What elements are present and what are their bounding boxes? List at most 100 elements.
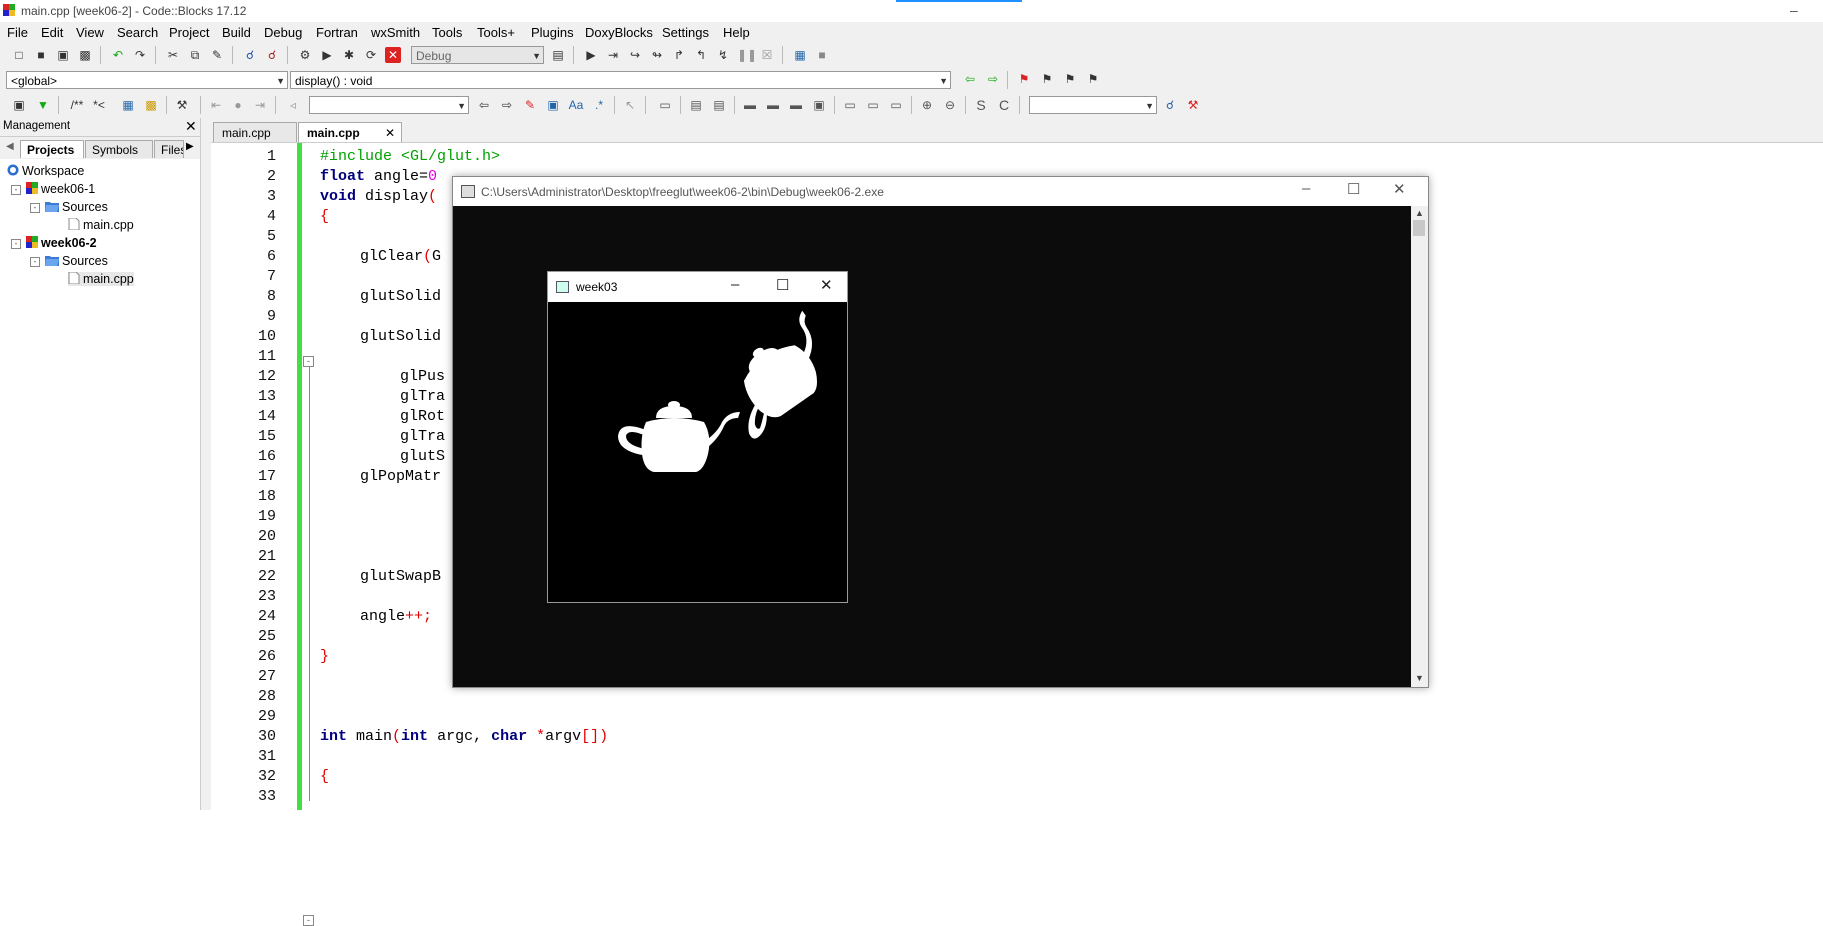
copy-icon[interactable]: ⧉ — [187, 47, 203, 63]
open-file-icon[interactable]: ■ — [33, 47, 49, 63]
console-minimize-button[interactable]: – — [1302, 180, 1310, 197]
tab-main-cpp-1[interactable]: main.cpp — [213, 122, 297, 142]
run-icon[interactable]: ▶ — [319, 47, 335, 63]
tab-scroll-right-icon[interactable]: ▶ — [186, 141, 194, 152]
wx-sizer3-icon[interactable]: ▬ — [788, 97, 804, 113]
glut-minimize-button[interactable]: – — [731, 276, 739, 293]
debugging-windows-icon[interactable]: ▦ — [792, 47, 808, 63]
regex-search-icon[interactable]: .* — [591, 97, 607, 113]
tree-file-main-cpp[interactable]: main.cpp — [68, 218, 134, 232]
tree-folder-sources[interactable]: Sources — [45, 200, 108, 214]
tree-file-main-cpp-selected[interactable]: main.cpp — [68, 272, 134, 286]
run-to-cursor-icon[interactable]: ⇥ — [605, 47, 621, 63]
menu-doxyblocks[interactable]: DoxyBlocks — [585, 25, 653, 40]
save-icon[interactable]: ▣ — [55, 47, 71, 63]
wx-dialog-icon[interactable]: ▤ — [688, 97, 704, 113]
close-panel-icon[interactable]: ✕ — [185, 118, 197, 135]
next-instruction-icon[interactable]: ↬ — [649, 47, 665, 63]
glut-window[interactable]: week03 – ☐ ✕ — [547, 271, 848, 603]
select-all-icon[interactable]: ▣ — [545, 97, 561, 113]
fold-marker-icon[interactable]: - — [303, 356, 314, 367]
build-target-select[interactable]: Debug ▼ — [411, 46, 544, 64]
find-icon[interactable]: ☌ — [242, 47, 258, 63]
prev-bookmark-icon[interactable]: ⚑ — [1039, 71, 1055, 87]
wx-box1-icon[interactable]: ▭ — [842, 97, 858, 113]
tree-project-week06-1[interactable]: week06-1 — [26, 182, 95, 196]
wrench-icon[interactable]: ⚒ — [1185, 97, 1201, 113]
paste-icon[interactable]: ✎ — [209, 47, 225, 63]
debug-start-icon[interactable]: ▶ — [583, 47, 599, 63]
close-tab-icon[interactable]: ✕ — [385, 123, 395, 143]
zoom-out-icon[interactable]: ⊖ — [942, 97, 958, 113]
jump-back-icon[interactable]: ⇦ — [962, 71, 978, 87]
next-entry-icon[interactable]: ⇥ — [252, 97, 268, 113]
menu-search[interactable]: Search — [117, 25, 158, 40]
doxy-prefs-icon[interactable]: ⚒ — [174, 97, 190, 113]
console-scrollbar[interactable]: ▲ ▼ — [1411, 206, 1428, 687]
wx-sizer4-icon[interactable]: ▣ — [811, 97, 827, 113]
cut-icon[interactable]: ✂ — [165, 47, 181, 63]
menu-help[interactable]: Help — [723, 25, 750, 40]
console-close-button[interactable]: ✕ — [1393, 180, 1406, 198]
minimize-window-button[interactable]: – — [1790, 2, 1798, 18]
stop-debugger-icon[interactable]: ☒ — [759, 47, 775, 63]
menu-file[interactable]: File — [7, 25, 28, 40]
panel-splitter[interactable] — [201, 118, 211, 810]
tab-files[interactable]: Files — [154, 140, 184, 158]
various-info-icon[interactable]: ■ — [814, 47, 830, 63]
scope-select[interactable]: <global> ▼ — [6, 71, 288, 89]
undo-icon[interactable]: ↶ — [110, 47, 126, 63]
match-case-icon[interactable]: Aa — [568, 97, 584, 113]
save-all-icon[interactable]: ▩ — [77, 47, 93, 63]
tree-workspace[interactable]: Workspace — [7, 164, 84, 178]
step-out-icon[interactable]: ↰ — [693, 47, 709, 63]
menu-tools-plus[interactable]: Tools+ — [477, 25, 515, 40]
menu-wxsmith[interactable]: wxSmith — [371, 25, 420, 40]
collapse-icon[interactable]: - — [30, 203, 40, 213]
zoom-in-icon[interactable]: ⊕ — [919, 97, 935, 113]
glut-maximize-button[interactable]: ☐ — [776, 276, 789, 294]
function-select[interactable]: display() : void ▼ — [290, 71, 951, 89]
clear-bookmarks-icon[interactable]: ⚑ — [1085, 71, 1101, 87]
menu-project[interactable]: Project — [169, 25, 209, 40]
rebuild-icon[interactable]: ⟳ — [363, 47, 379, 63]
collapse-icon[interactable]: - — [11, 239, 21, 249]
wx-box3-icon[interactable]: ▭ — [888, 97, 904, 113]
prev-entry-icon[interactable]: ⇤ — [208, 97, 224, 113]
console-title-bar[interactable]: C:\Users\Administrator\Desktop\freeglut\… — [453, 177, 1428, 206]
block-comment-button[interactable]: /** — [64, 97, 90, 113]
tab-symbols[interactable]: Symbols — [85, 140, 153, 158]
wx-sizer2-icon[interactable]: ▬ — [765, 97, 781, 113]
build-run-icon[interactable]: ✱ — [341, 47, 357, 63]
symbol-search-select[interactable]: ▼ — [1029, 96, 1157, 114]
tab-scroll-left-icon[interactable]: ◀ — [6, 141, 14, 152]
tab-main-cpp-2[interactable]: main.cpp ✕ — [298, 122, 402, 142]
incremental-search-select[interactable]: ▼ — [309, 96, 469, 114]
scroll-down-icon[interactable]: ▼ — [1415, 673, 1424, 683]
extract-docs-icon[interactable]: ▼ — [35, 97, 51, 113]
menu-build[interactable]: Build — [222, 25, 251, 40]
menu-view[interactable]: View — [76, 25, 104, 40]
step-instruction-icon[interactable]: ↯ — [715, 47, 731, 63]
show-select-target-icon[interactable]: ▤ — [550, 47, 566, 63]
tree-project-week06-2[interactable]: week06-2 — [26, 236, 97, 250]
pointer-icon[interactable]: ↖ — [622, 97, 638, 113]
doxywizard-icon[interactable]: ▣ — [11, 97, 27, 113]
run-html-icon[interactable]: ▦ — [120, 97, 136, 113]
menu-plugins[interactable]: Plugins — [531, 25, 574, 40]
menu-settings[interactable]: Settings — [662, 25, 709, 40]
run-chm-icon[interactable]: ▩ — [143, 97, 159, 113]
break-debugger-icon[interactable]: ❚❚ — [737, 47, 757, 63]
menu-edit[interactable]: Edit — [41, 25, 63, 40]
collapse-icon[interactable]: - — [30, 257, 40, 267]
tab-projects[interactable]: Projects — [20, 140, 84, 158]
arrow-left-icon[interactable]: ⇦ — [476, 97, 492, 113]
tree-folder-sources[interactable]: Sources — [45, 254, 108, 268]
arrow-right-icon[interactable]: ⇨ — [499, 97, 515, 113]
glut-title-bar[interactable]: week03 – ☐ ✕ — [548, 272, 847, 302]
toggle-bookmark-icon[interactable]: ⚑ — [1016, 71, 1032, 87]
wx-sizer1-icon[interactable]: ▬ — [742, 97, 758, 113]
c-symbol-icon[interactable]: C — [996, 97, 1012, 113]
next-bookmark-icon[interactable]: ⚑ — [1062, 71, 1078, 87]
glut-close-button[interactable]: ✕ — [820, 276, 833, 294]
